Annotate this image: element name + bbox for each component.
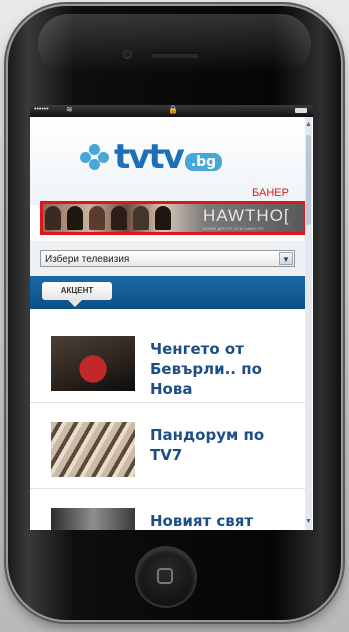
status-bar: •••••• ≋ 🔒 (30, 105, 313, 117)
phone-screen: •••••• ≋ 🔒 tvtv .bg БАНЕР HAWTHO[ВСЕКИ … (30, 105, 313, 530)
wifi-icon: ≋ (66, 105, 73, 114)
tab-notch (68, 300, 82, 307)
article-title[interactable]: Новият свят (150, 511, 300, 530)
tv-select[interactable]: Избери телевизия ▼ (40, 250, 295, 267)
article-thumbnail[interactable] (51, 422, 135, 477)
phone-gloss (38, 14, 311, 74)
tab-accent[interactable]: АКЦЕНТ (42, 282, 112, 300)
banner-image (45, 206, 195, 230)
banner-ad-text: HAWTHO[ (203, 206, 290, 225)
article-list: Ченгето от Бевърли.. по Нова Пандорум по… (30, 317, 305, 530)
scroll-down-icon[interactable]: ▼ (305, 516, 312, 528)
list-item[interactable]: Новият свят (30, 489, 305, 530)
scrollbar[interactable]: ▲ ▼ (305, 117, 312, 530)
lock-icon: 🔒 (168, 105, 178, 114)
article-thumbnail[interactable] (51, 508, 135, 530)
logo-mark-icon (80, 144, 110, 170)
scroll-thumb[interactable] (306, 135, 311, 225)
tab-bar: АКЦЕНТ (30, 276, 305, 309)
banner-label: БАНЕР (252, 187, 289, 199)
logo-domain: .bg (184, 153, 223, 171)
chevron-down-icon[interactable]: ▼ (279, 252, 293, 265)
logo-text: tvtv (114, 137, 185, 177)
tvtv-logo[interactable]: tvtv .bg (80, 135, 223, 179)
ad-banner[interactable]: HAWTHO[ ВСЕКИ ДЕН ОТ 20:30 САМО ПО (40, 201, 305, 235)
list-item[interactable]: Ченгето от Бевърли.. по Нова (30, 317, 305, 403)
camera-icon (123, 50, 132, 59)
banner-ad-subtext: ВСЕКИ ДЕН ОТ 20:30 САМО ПО (203, 226, 264, 231)
scroll-up-icon[interactable]: ▲ (305, 119, 312, 131)
home-button[interactable] (137, 548, 195, 606)
speaker-grille (150, 52, 200, 58)
home-square-icon (157, 568, 173, 584)
tv-select-value: Избери телевизия (45, 254, 130, 265)
battery-icon (295, 108, 307, 113)
article-title[interactable]: Ченгето от Бевърли.. по Нова (150, 339, 300, 399)
list-item[interactable]: Пандорум по TV7 (30, 403, 305, 489)
article-thumbnail[interactable] (51, 336, 135, 391)
web-content: tvtv .bg БАНЕР HAWTHO[ ВСЕКИ ДЕН ОТ 20:3… (30, 117, 305, 530)
carrier-signal: •••••• (34, 106, 49, 113)
article-title[interactable]: Пандорум по TV7 (150, 425, 300, 465)
